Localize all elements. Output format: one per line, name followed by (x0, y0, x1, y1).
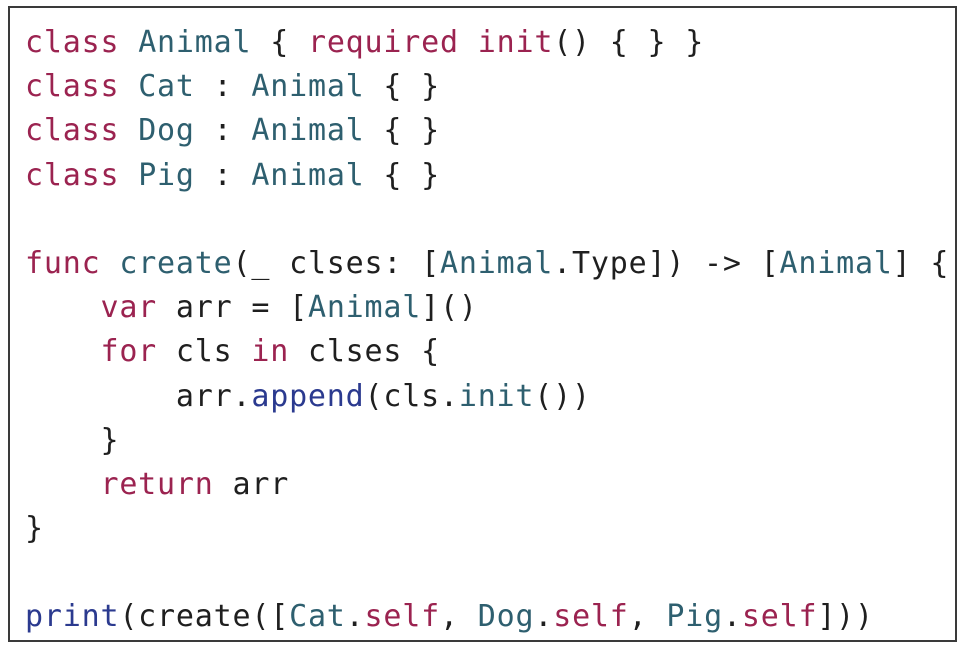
code-token-kw: class (25, 113, 120, 149)
code-token-kw: init (477, 25, 554, 60)
code-token-pl: . (534, 599, 554, 635)
code-token-pl: ] { (892, 245, 950, 281)
code-token-kw: required (307, 25, 459, 60)
code-token-pl: : (194, 113, 252, 149)
code-token-kw: in (251, 334, 290, 370)
code-line: } (25, 507, 949, 551)
code-token-pl: : (194, 157, 252, 193)
code-token-kw: self (741, 599, 818, 635)
code-token-pl: } (25, 511, 44, 547)
code-token-pl: ()) (534, 378, 591, 414)
code-token-fn: append (251, 378, 365, 414)
code-line: class Animal { required init() { } } (25, 21, 949, 65)
code-token-pl: , (628, 599, 667, 635)
code-token-pl: .Type]) -> [ (553, 245, 780, 281)
code-token-ty: Pig (138, 157, 195, 193)
code-token-pl: clses { (289, 334, 440, 370)
code-token-kw: class (25, 157, 120, 193)
code-token-pl: arr = [ (157, 290, 308, 326)
code-line: arr.append(cls.init()) (25, 375, 949, 419)
code-line: ​ (25, 198, 949, 242)
code-token-pl: } (25, 422, 120, 458)
code-token-ty: Animal (251, 69, 365, 105)
code-token-kw: var (100, 290, 158, 326)
code-token-pl: { } (364, 69, 440, 105)
code-line: var arr = [Animal]() (25, 286, 949, 330)
code-token-pl: { (251, 25, 308, 60)
code-token-pl: ]() (421, 290, 478, 326)
code-line: ​ (25, 551, 949, 595)
code-token-kw: class (25, 69, 120, 105)
code-token-pl: { } (364, 157, 440, 193)
code-token-pl: arr. (25, 378, 252, 414)
code-token-kw: return (100, 466, 214, 502)
code-token-pl: () { } } (553, 25, 705, 60)
code-line: class Dog : Animal { } (25, 109, 949, 153)
code-token-ty: Animal (307, 290, 422, 326)
code-token-pl: arr (213, 466, 290, 502)
code-token-ty: Cat (289, 599, 346, 635)
code-token-ty: Dog (138, 113, 195, 149)
code-token-fn: print (25, 599, 120, 635)
code-token-pl: , (440, 599, 478, 635)
code-token-kw: self (553, 599, 629, 635)
code-line: class Pig : Animal { } (25, 154, 949, 198)
code-token-pl: (_ clses: [ (232, 245, 440, 281)
code-block: class Animal { required init() { } } clas… (25, 21, 949, 640)
code-snippet-frame: class Animal { required init() { } } clas… (8, 6, 957, 642)
code-token-pl: : (194, 69, 252, 105)
code-token-pl: . (722, 599, 742, 635)
code-line: return arr (25, 463, 949, 507)
code-token-pl: (create([ (119, 599, 290, 635)
code-token-pl: . (345, 599, 365, 635)
code-token-ty: Pig (666, 599, 723, 635)
code-token-ty: Animal (251, 113, 365, 149)
code-token-pl: ])) (817, 599, 874, 635)
code-token-ty: Dog (477, 599, 535, 635)
code-token-kw: self (364, 599, 440, 635)
code-line: for cls in clses { (25, 330, 949, 374)
code-token-kw: for (100, 334, 158, 370)
code-token-kw: func (25, 245, 101, 281)
code-token-ty: Animal (138, 25, 252, 60)
code-token-pl: cls (157, 334, 252, 370)
code-token-ty: create (119, 245, 233, 281)
code-token-ty: Animal (779, 245, 893, 281)
code-line: } (25, 419, 949, 463)
code-line: class Cat : Animal { } (25, 65, 949, 109)
code-token-ty: Animal (251, 157, 365, 193)
code-token-ty: Cat (138, 69, 195, 105)
code-line: func create(_ clses: [Animal.Type]) -> [… (25, 242, 949, 286)
code-line: print(create([Cat.self, Dog.self, Pig.se… (25, 595, 949, 639)
code-token-pl: (cls. (364, 378, 459, 414)
code-token-pl: { } (364, 113, 440, 149)
code-token-ty: Animal (439, 245, 554, 281)
code-token-kw: class (25, 25, 120, 60)
code-token-ty: init (458, 378, 535, 414)
